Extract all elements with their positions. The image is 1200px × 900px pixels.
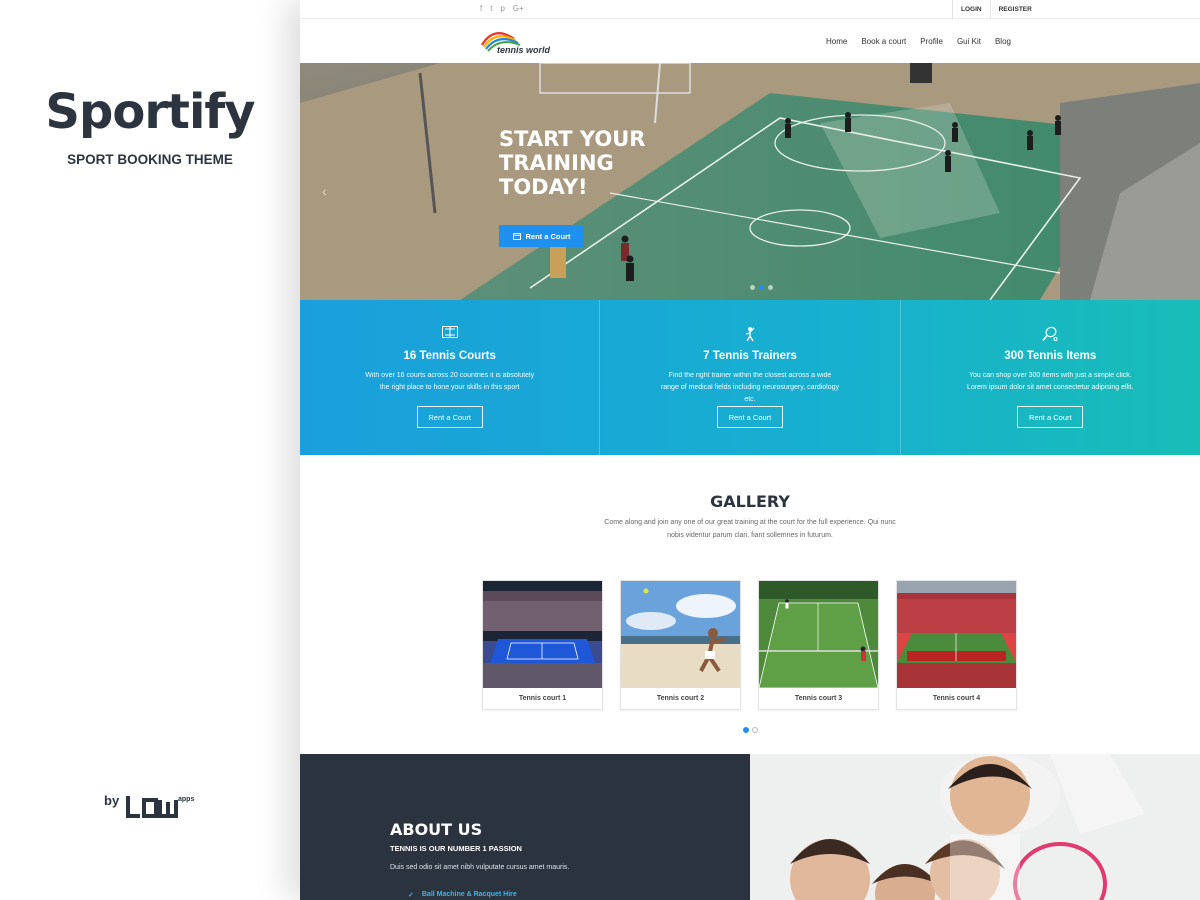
pinterest-icon[interactable]: p — [500, 4, 504, 13]
gallery-description: Come along and join any one of our great… — [604, 519, 896, 539]
about-text: Duis sed odio sit amet nibh vulputate cu… — [390, 864, 570, 871]
main-navbar: tennis world Home Book a court Profile G… — [300, 19, 1200, 63]
svg-text:apps: apps — [178, 796, 194, 803]
author-logo: apps — [126, 796, 194, 818]
hero-background-photo — [300, 63, 1200, 300]
feature-text: With over 16 courts across 20 countries … — [365, 372, 535, 391]
tennis-racquet-icon — [1042, 326, 1058, 342]
hero-button-label: Rent a Court — [525, 231, 571, 241]
feature-rent-court-button[interactable]: Rent a Court — [416, 406, 483, 428]
hero-prev-arrow-icon[interactable]: ‹ — [322, 183, 327, 199]
about-group-photo — [750, 754, 1200, 900]
promo-title: Sportify — [45, 84, 255, 140]
gallery-card-caption: Tennis court 1 — [518, 695, 567, 702]
gallery-page-dots — [743, 727, 758, 733]
feature-title: 16 Tennis Courts — [403, 350, 496, 362]
nav-item-book-a-court[interactable]: Book a court — [861, 37, 906, 46]
tennis-world-logo[interactable]: tennis world — [480, 29, 560, 55]
hero-slider: ‹ START YOUR TRAINING TODAY! Rent a Cour… — [300, 63, 1200, 300]
hero-slide-dot[interactable] — [759, 285, 764, 290]
check-icon: ✓ — [408, 892, 414, 899]
feature-title: 7 Tennis Trainers — [703, 350, 797, 362]
about-list-item: ✓ Ball Machine & Racquet Hire — [408, 891, 517, 899]
social-links: f t p G+ — [480, 4, 524, 13]
hero-slide-dot[interactable] — [750, 285, 755, 290]
football-stadium-photo — [897, 581, 1016, 688]
gallery-title: GALLERY — [710, 492, 790, 511]
features-band: 16 Tennis Courts With over 16 courts acr… — [300, 300, 1200, 455]
hero-title-line-3: TODAY! — [499, 175, 588, 199]
gallery-card-caption: Tennis court 4 — [932, 695, 981, 702]
feature-trainers: 7 Tennis Trainers Find the right trainer… — [600, 300, 901, 455]
hero-title: START YOUR TRAINING TODAY! — [499, 127, 699, 199]
gallery-page-dot[interactable] — [743, 727, 749, 733]
feature-title: 300 Tennis Items — [1004, 350, 1097, 362]
google-plus-icon[interactable]: G+ — [513, 4, 524, 13]
feature-courts: 16 Tennis Courts With over 16 courts acr… — [300, 300, 601, 455]
top-bar: f t p G+ LOGIN REGISTER — [300, 0, 1200, 19]
tennis-player-icon — [745, 327, 755, 342]
hero-title-line-2: TRAINING — [499, 151, 614, 175]
gallery-card[interactable]: Tennis court 1 — [482, 580, 603, 710]
about-list-item-label: Ball Machine & Racquet Hire — [421, 891, 517, 898]
about-section: ABOUT US TENNIS IS OUR NUMBER 1 PASSION … — [300, 754, 750, 900]
nav-item-home[interactable]: Home — [826, 37, 847, 46]
nav-item-profile[interactable]: Profile — [920, 37, 943, 46]
promo-panel: Sportify SPORT BOOKING THEME by apps — [0, 0, 300, 900]
gallery-cards: Tennis court 1 Tennis court 2 Tennis cou… — [482, 580, 1017, 710]
register-link[interactable]: REGISTER — [989, 0, 1040, 19]
gallery-card[interactable]: Tennis court 4 — [896, 580, 1017, 710]
calendar-icon — [512, 233, 521, 240]
feature-text: Find the right trainer within the closes… — [660, 372, 840, 403]
gallery-card[interactable]: Tennis court 3 — [758, 580, 879, 710]
gallery-card-caption: Tennis court 2 — [656, 695, 705, 702]
gallery-page-dot[interactable] — [752, 727, 758, 733]
svg-text:tennis world: tennis world — [497, 45, 551, 55]
hero-slide-dots — [750, 285, 773, 290]
main-nav: Home Book a court Profile Gui Kit Blog — [826, 19, 1025, 63]
site-preview: f t p G+ LOGIN REGISTER tennis world Hom… — [300, 0, 1200, 900]
gallery-card-caption: Tennis court 3 — [794, 695, 843, 702]
twitter-icon[interactable]: t — [490, 4, 492, 13]
feature-items: 300 Tennis Items You can shop over 300 i… — [901, 300, 1200, 455]
nav-item-gui-kit[interactable]: Gui Kit — [957, 37, 981, 46]
feature-text: You can shop over 300 items with just a … — [967, 372, 1134, 391]
grass-court-photo — [759, 581, 878, 688]
beach-tennis-photo — [621, 581, 740, 688]
auth-links: LOGIN REGISTER — [952, 0, 1040, 19]
nav-item-blog[interactable]: Blog — [995, 37, 1011, 46]
feature-rent-court-button[interactable]: Rent a Court — [716, 406, 783, 428]
stadium-night-photo — [483, 581, 602, 688]
promo-subtitle: SPORT BOOKING THEME — [67, 152, 233, 167]
tennis-court-icon — [441, 326, 458, 338]
hero-slide-dot[interactable] — [768, 285, 773, 290]
hero-rent-court-button[interactable]: Rent a Court — [499, 225, 584, 247]
feature-rent-court-button[interactable]: Rent a Court — [1017, 406, 1084, 428]
gallery-card[interactable]: Tennis court 2 — [620, 580, 741, 710]
facebook-icon[interactable]: f — [480, 4, 482, 13]
hero-title-line-1: START YOUR — [499, 127, 646, 151]
login-link[interactable]: LOGIN — [952, 0, 990, 19]
about-subtitle: TENNIS IS OUR NUMBER 1 PASSION — [390, 844, 522, 853]
about-title: ABOUT US — [390, 820, 483, 839]
promo-by-label: by — [104, 793, 120, 808]
